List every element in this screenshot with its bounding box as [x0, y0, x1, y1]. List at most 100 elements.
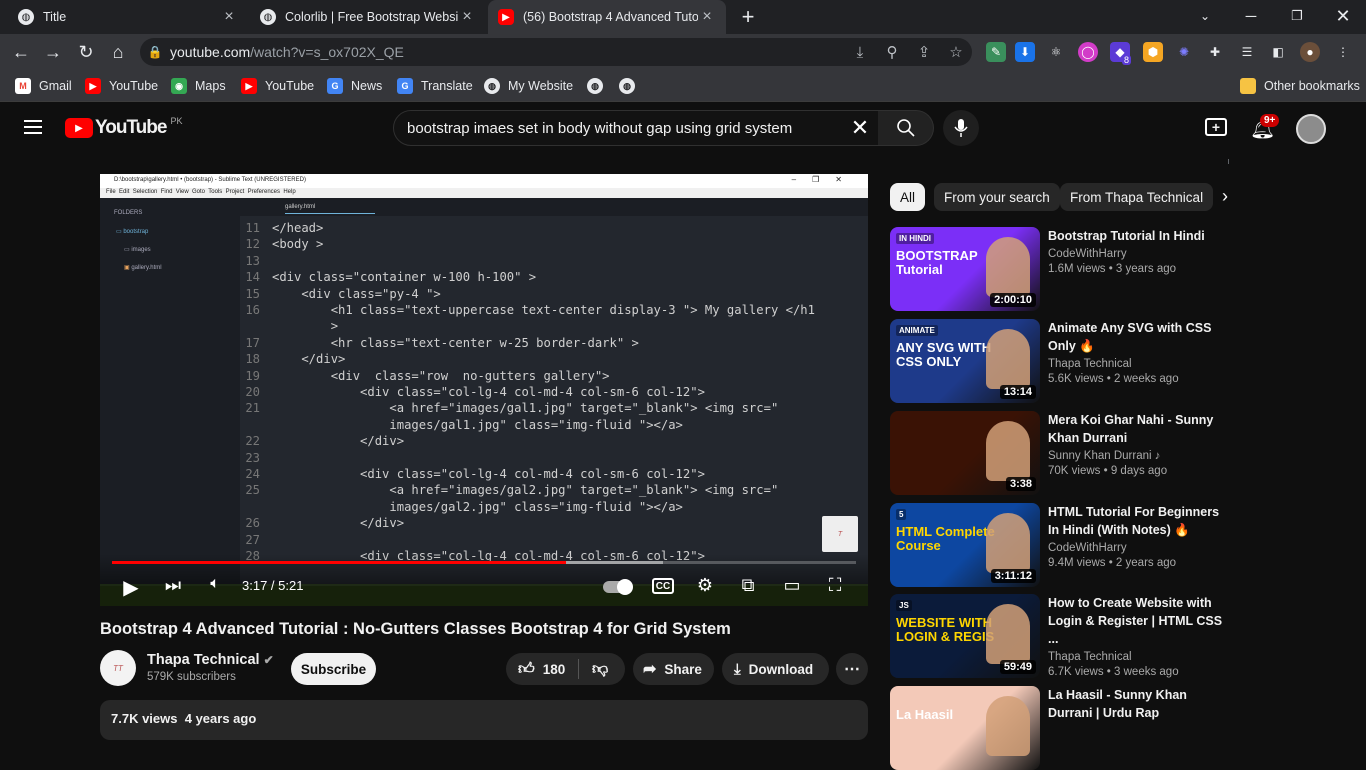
download-extension-icon[interactable]: ⬇ [1015, 42, 1035, 62]
puzzle-extensions-icon[interactable]: ✚ [1205, 42, 1225, 62]
rec-channel[interactable]: CodeWithHarry [1048, 248, 1230, 260]
progress-bar[interactable] [112, 561, 856, 564]
tab-title[interactable]: ◍ Title × [8, 0, 248, 34]
fullscreen-icon[interactable]: ⛶ [824, 575, 846, 596]
back-icon[interactable]: ← [8, 39, 34, 65]
install-app-icon[interactable]: ⤓ [844, 44, 876, 61]
bookmark-globe-1[interactable]: ◍ [587, 76, 611, 96]
settings-gear-icon[interactable]: ⚙ [694, 575, 716, 596]
reload-icon[interactable]: ↻ [73, 39, 99, 65]
rec-title[interactable]: Animate Any SVG with CSS Only 🔥 [1048, 319, 1230, 355]
rec-title[interactable]: Mera Koi Ghar Nahi - Sunny Khan Durrani [1048, 411, 1230, 447]
video-thumbnail[interactable]: BOOTSTRAP Tutorial IN HINDI 2:00:10 [890, 227, 1040, 311]
extension-circle-icon[interactable]: ◯ [1078, 42, 1098, 62]
address-bar[interactable]: 🔒 youtube.com/watch?v=s_ox702X_QE ⤓ ⚲ ⇪ … [140, 38, 972, 66]
home-icon[interactable]: ⌂ [105, 39, 131, 65]
rec-channel[interactable]: Thapa Technical [1048, 651, 1230, 663]
rec-title[interactable]: How to Create Website with Login & Regis… [1048, 594, 1230, 648]
search-button[interactable] [878, 110, 934, 146]
extension-icon[interactable]: ✎ [986, 42, 1006, 62]
lock-icon[interactable]: 🔒 [140, 45, 170, 59]
bookmark-star-icon[interactable]: ☆ [940, 43, 972, 61]
chips-next-icon[interactable]: › [1222, 186, 1228, 207]
tab-youtube-active[interactable]: ▶ (56) Bootstrap 4 Advanced Tutori × [488, 0, 726, 34]
tab-search-icon[interactable]: ⌄ [1182, 0, 1228, 32]
thumbnail-subtext: IN HINDI [896, 233, 934, 244]
download-button[interactable]: ⤓ Download [722, 653, 829, 685]
minimize-button[interactable]: ─ [1228, 0, 1274, 32]
url-text[interactable]: youtube.com/watch?v=s_ox702X_QE [170, 44, 844, 60]
miniplayer-icon[interactable]: ⧉ [736, 575, 760, 596]
video-player[interactable]: D:\bootstrap\gallery.html • (bootstrap) … [100, 174, 868, 606]
chip-all[interactable]: All [890, 183, 926, 211]
recommended-video[interactable]: ANY SVG WITH CSS ONLY ANIMATE 13:14 Animate… [890, 319, 1230, 403]
video-thumbnail[interactable]: HTML Complete Course 5 3:11:12 [890, 503, 1040, 587]
chip-from-channel[interactable]: From Thapa Technical [1060, 183, 1214, 211]
recommended-video[interactable]: BOOTSTRAP Tutorial IN HINDI 2:00:10 Bootstr… [890, 227, 1230, 311]
tab-colorlib[interactable]: ◍ Colorlib | Free Bootstrap Website × [250, 0, 486, 34]
share-icon[interactable]: ⇪ [908, 43, 940, 61]
bookmark-globe-2[interactable]: ◍ [619, 76, 643, 96]
youtube-logo[interactable]: ▶ YouTube PK [65, 116, 182, 139]
share-button[interactable]: ➦ Share [633, 653, 714, 685]
video-thumbnail[interactable]: La Haasil [890, 686, 1040, 770]
close-tab-icon[interactable]: × [698, 8, 716, 26]
dislike-icon[interactable]: 👎︎ [592, 660, 608, 679]
rec-title[interactable]: HTML Tutorial For Beginners In Hindi (Wi… [1048, 503, 1230, 539]
bookmark-maps[interactable]: ◉ Maps [171, 76, 226, 96]
recommended-video[interactable]: WEBSITE WITH LOGIN & REGIS JS 59:49 How to … [890, 594, 1230, 678]
extension-hex-icon[interactable]: ⬢ [1143, 42, 1163, 62]
channel-avatar[interactable]: TT [100, 650, 136, 686]
autoplay-toggle[interactable] [603, 579, 633, 595]
voice-search-button[interactable] [943, 110, 979, 146]
bookmark-youtube-2[interactable]: ▶ YouTube [241, 76, 314, 96]
like-button[interactable]: 👍︎ 180 [506, 660, 565, 679]
media-queue-icon[interactable]: ☰ [1237, 42, 1257, 62]
volume-icon[interactable]: 🔈︎ [204, 575, 226, 593]
forward-icon[interactable]: → [40, 39, 66, 65]
other-bookmarks[interactable]: Other bookmarks [1240, 76, 1360, 96]
description-box[interactable]: 7.7K views 4 years ago [100, 700, 868, 740]
hamburger-menu-icon[interactable] [24, 120, 42, 134]
play-icon[interactable]: ▶ [120, 575, 142, 600]
captions-button[interactable]: CC [652, 578, 674, 594]
video-thumbnail[interactable]: 3:38 [890, 411, 1040, 495]
zoom-icon[interactable]: ⚲ [876, 43, 908, 61]
theater-mode-icon[interactable]: ▭ [780, 575, 804, 596]
restore-button[interactable]: ❐ [1274, 0, 1320, 32]
video-thumbnail[interactable]: WEBSITE WITH LOGIN & REGIS JS 59:49 [890, 594, 1040, 678]
rec-channel[interactable]: Sunny Khan Durrani ♪ [1048, 450, 1230, 462]
bookmark-news[interactable]: G News [327, 76, 382, 96]
recommended-video[interactable]: 3:38 Mera Koi Ghar Nahi - Sunny Khan Durr… [890, 411, 1230, 495]
close-window-button[interactable]: ✕ [1320, 0, 1366, 32]
account-avatar[interactable] [1296, 114, 1326, 144]
clear-search-icon[interactable]: ✕ [842, 115, 878, 141]
side-panel-icon[interactable]: ◧ [1268, 42, 1288, 62]
browser-menu-icon[interactable]: ⋮ [1333, 42, 1353, 62]
extension-gear-icon[interactable]: ✺ [1174, 42, 1194, 62]
bookmark-translate[interactable]: G Translate [397, 76, 473, 96]
rec-channel[interactable]: Thapa Technical [1048, 358, 1230, 370]
profile-avatar-icon[interactable]: ● [1300, 42, 1320, 62]
recommended-video[interactable]: La Haasil La Haasil - Sunny Khan Durrani … [890, 686, 1230, 770]
chip-from-your-search[interactable]: From your search [934, 183, 1060, 211]
react-devtools-icon[interactable]: ⚛ [1046, 42, 1066, 62]
new-tab-button[interactable]: + [735, 4, 761, 30]
bookmark-youtube[interactable]: ▶ YouTube [85, 76, 158, 96]
more-actions-icon[interactable]: ⋯ [836, 653, 868, 685]
recommended-video[interactable]: HTML Complete Course 5 3:11:12 HTML Tutoria… [890, 503, 1230, 587]
rec-channel[interactable]: CodeWithHarry [1048, 542, 1230, 554]
next-icon[interactable]: ⏭︎ [162, 575, 184, 596]
search-input[interactable]: bootstrap imaes set in body without gap … [393, 110, 879, 146]
video-meta: Bootstrap Tutorial In Hindi CodeWithHarry… [1048, 227, 1230, 275]
channel-name[interactable]: Thapa Technical ✔ [147, 652, 274, 668]
bookmark-my-website[interactable]: ◍ My Website [484, 76, 573, 96]
rec-title[interactable]: Bootstrap Tutorial In Hindi [1048, 227, 1230, 245]
bookmark-gmail[interactable]: M Gmail [15, 76, 72, 96]
close-tab-icon[interactable]: × [458, 8, 476, 26]
video-thumbnail[interactable]: ANY SVG WITH CSS ONLY ANIMATE 13:14 [890, 319, 1040, 403]
subscribe-button[interactable]: Subscribe [291, 653, 376, 685]
create-video-icon[interactable]: + [1205, 118, 1227, 136]
close-tab-icon[interactable]: × [220, 8, 238, 26]
rec-title[interactable]: La Haasil - Sunny Khan Durrani | Urdu Ra… [1048, 686, 1230, 722]
